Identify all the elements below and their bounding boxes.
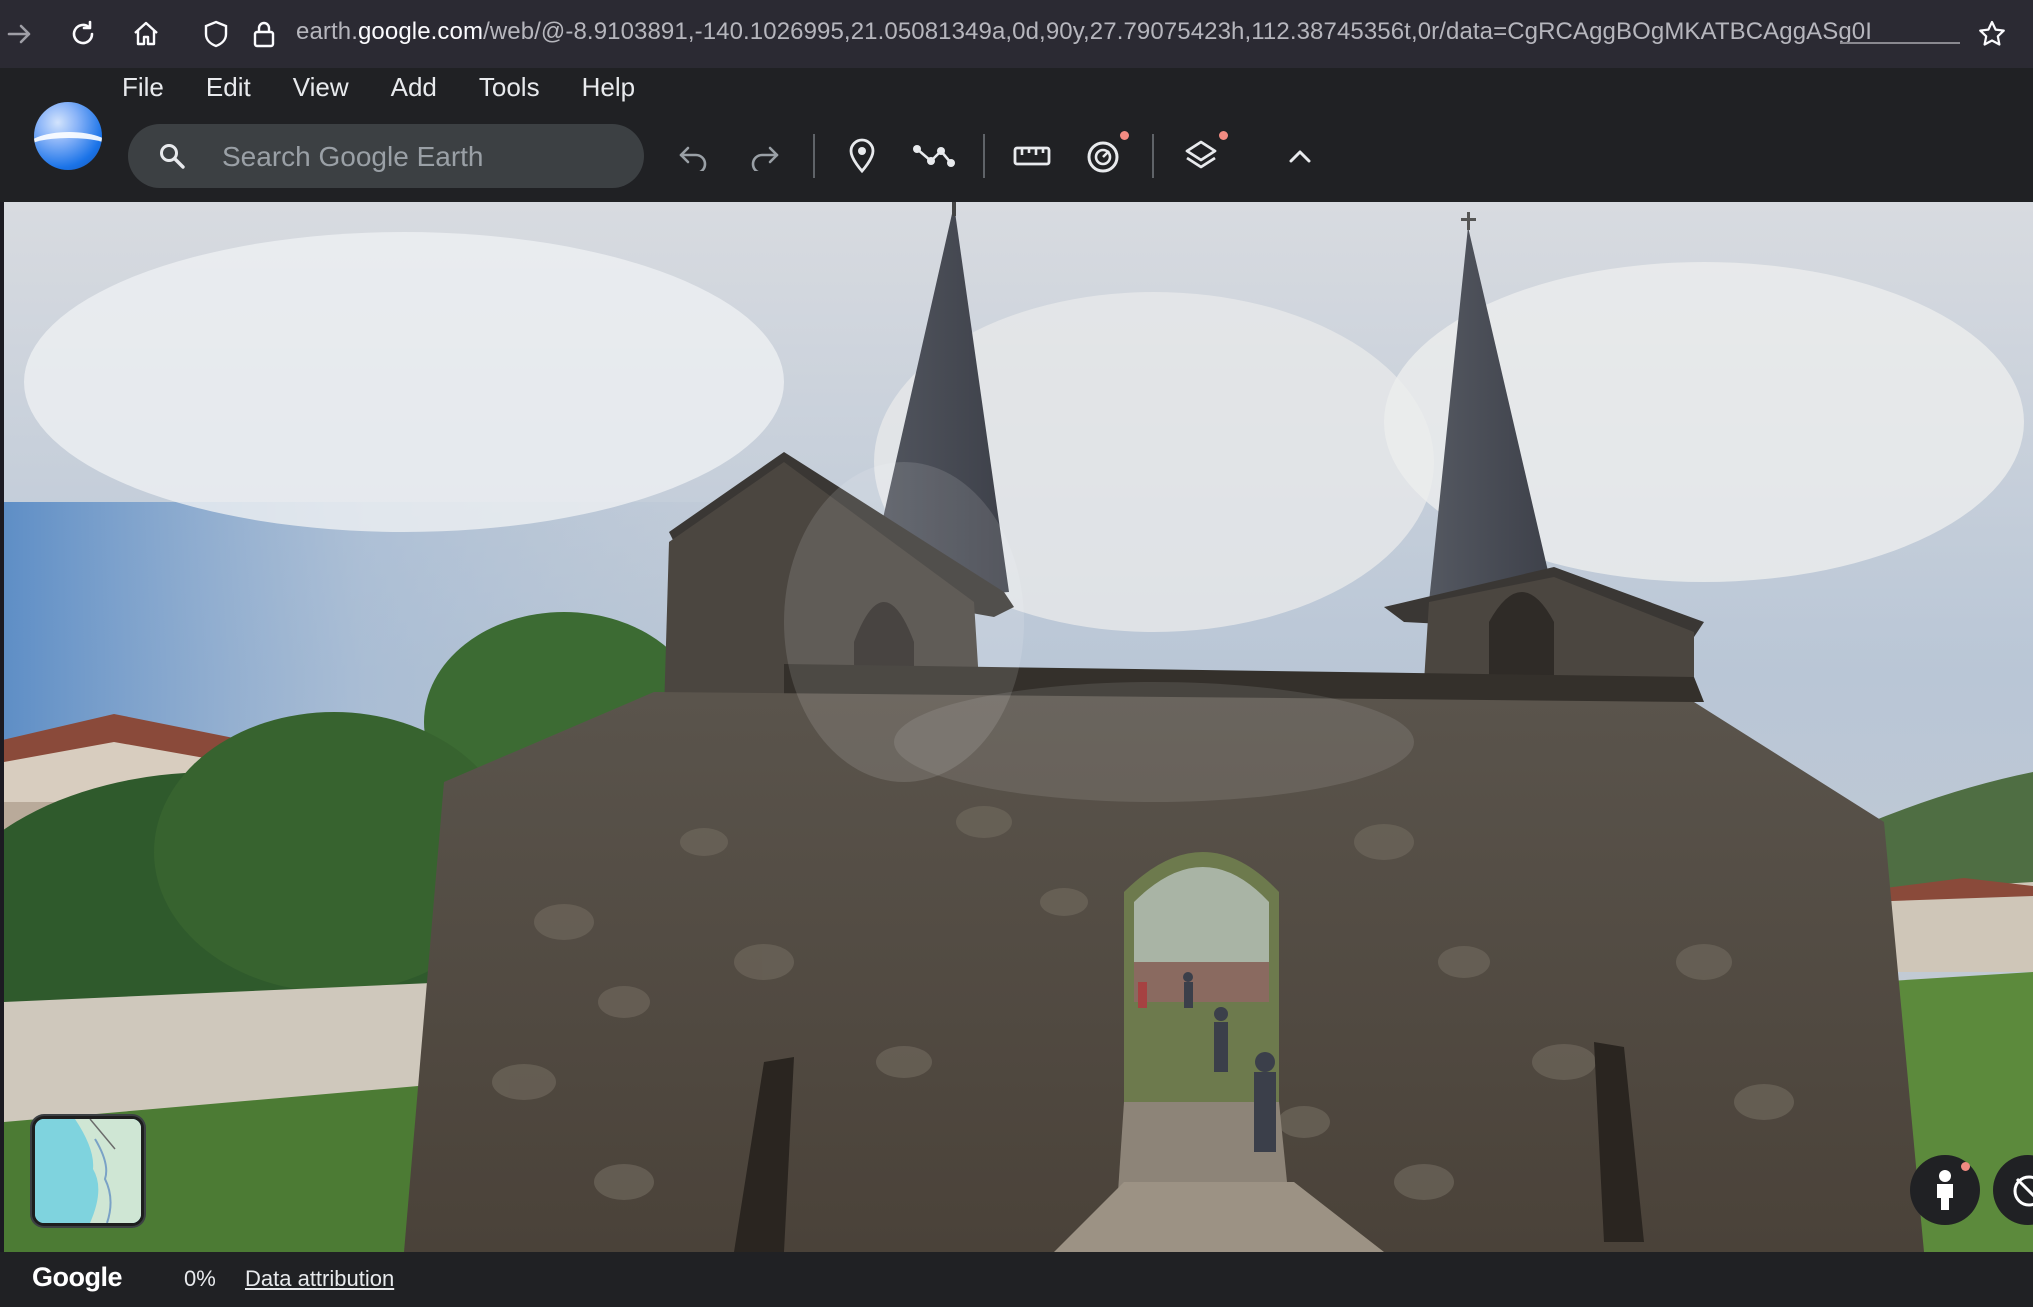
url-domain: google.com: [357, 18, 484, 45]
browser-toolbar: earth.google.com/web/@-8.9103891,-140.10…: [0, 0, 2033, 68]
layers-notification-dot: [1219, 131, 1228, 140]
menu-file[interactable]: File: [122, 72, 164, 103]
menu-add[interactable]: Add: [391, 72, 437, 103]
menu-edit[interactable]: Edit: [206, 72, 251, 103]
bookmark-star-icon[interactable]: [1972, 14, 2012, 54]
collapse-chevron-icon[interactable]: [1272, 128, 1328, 184]
street-view-viewport[interactable]: [4, 202, 2033, 1252]
address-bar-url[interactable]: earth.google.com/web/@-8.9103891,-140.10…: [296, 18, 1872, 46]
reload-icon[interactable]: [63, 14, 103, 54]
minimap[interactable]: [32, 1116, 144, 1226]
search-icon: [160, 144, 185, 169]
search-input[interactable]: [220, 124, 624, 190]
menu-bar: File Edit View Add Tools Help: [122, 72, 677, 103]
menu-tools[interactable]: Tools: [479, 72, 540, 103]
menu-view[interactable]: View: [293, 72, 349, 103]
compass-button[interactable]: [1993, 1155, 2033, 1225]
pegman-icon: [1937, 1170, 1953, 1210]
url-path: /web/@-8.9103891,-140.1026995,21.0508134…: [483, 18, 1873, 45]
menu-help[interactable]: Help: [582, 72, 635, 103]
pegman-notification-dot: [1961, 1162, 1970, 1171]
url-overflow-fade: [1840, 42, 1960, 44]
voyager-notification-dot: [1120, 131, 1129, 140]
toolbar-divider: [813, 134, 815, 178]
placemark-icon[interactable]: [834, 128, 890, 184]
toolbar-divider: [983, 134, 985, 178]
google-earth-logo[interactable]: [34, 102, 102, 170]
toolbar-divider: [1152, 134, 1154, 178]
google-brand: Google: [32, 1262, 123, 1292]
undo-icon[interactable]: [666, 128, 722, 184]
loading-percent: 0%: [184, 1266, 216, 1291]
search-box[interactable]: [128, 124, 644, 190]
url-subdomain: earth.: [296, 18, 358, 45]
ruler-icon[interactable]: [1004, 128, 1060, 184]
data-attribution-link[interactable]: Data attribution: [245, 1266, 394, 1292]
street-view-imagery: [4, 202, 2033, 1252]
path-icon[interactable]: [906, 128, 962, 184]
lock-icon[interactable]: [244, 14, 284, 54]
forward-icon[interactable]: [0, 14, 40, 54]
home-icon[interactable]: [126, 14, 166, 54]
compass-icon: [2013, 1175, 2033, 1207]
redo-icon[interactable]: [736, 128, 792, 184]
shield-icon[interactable]: [196, 14, 236, 54]
minimap-image: [35, 1119, 141, 1223]
